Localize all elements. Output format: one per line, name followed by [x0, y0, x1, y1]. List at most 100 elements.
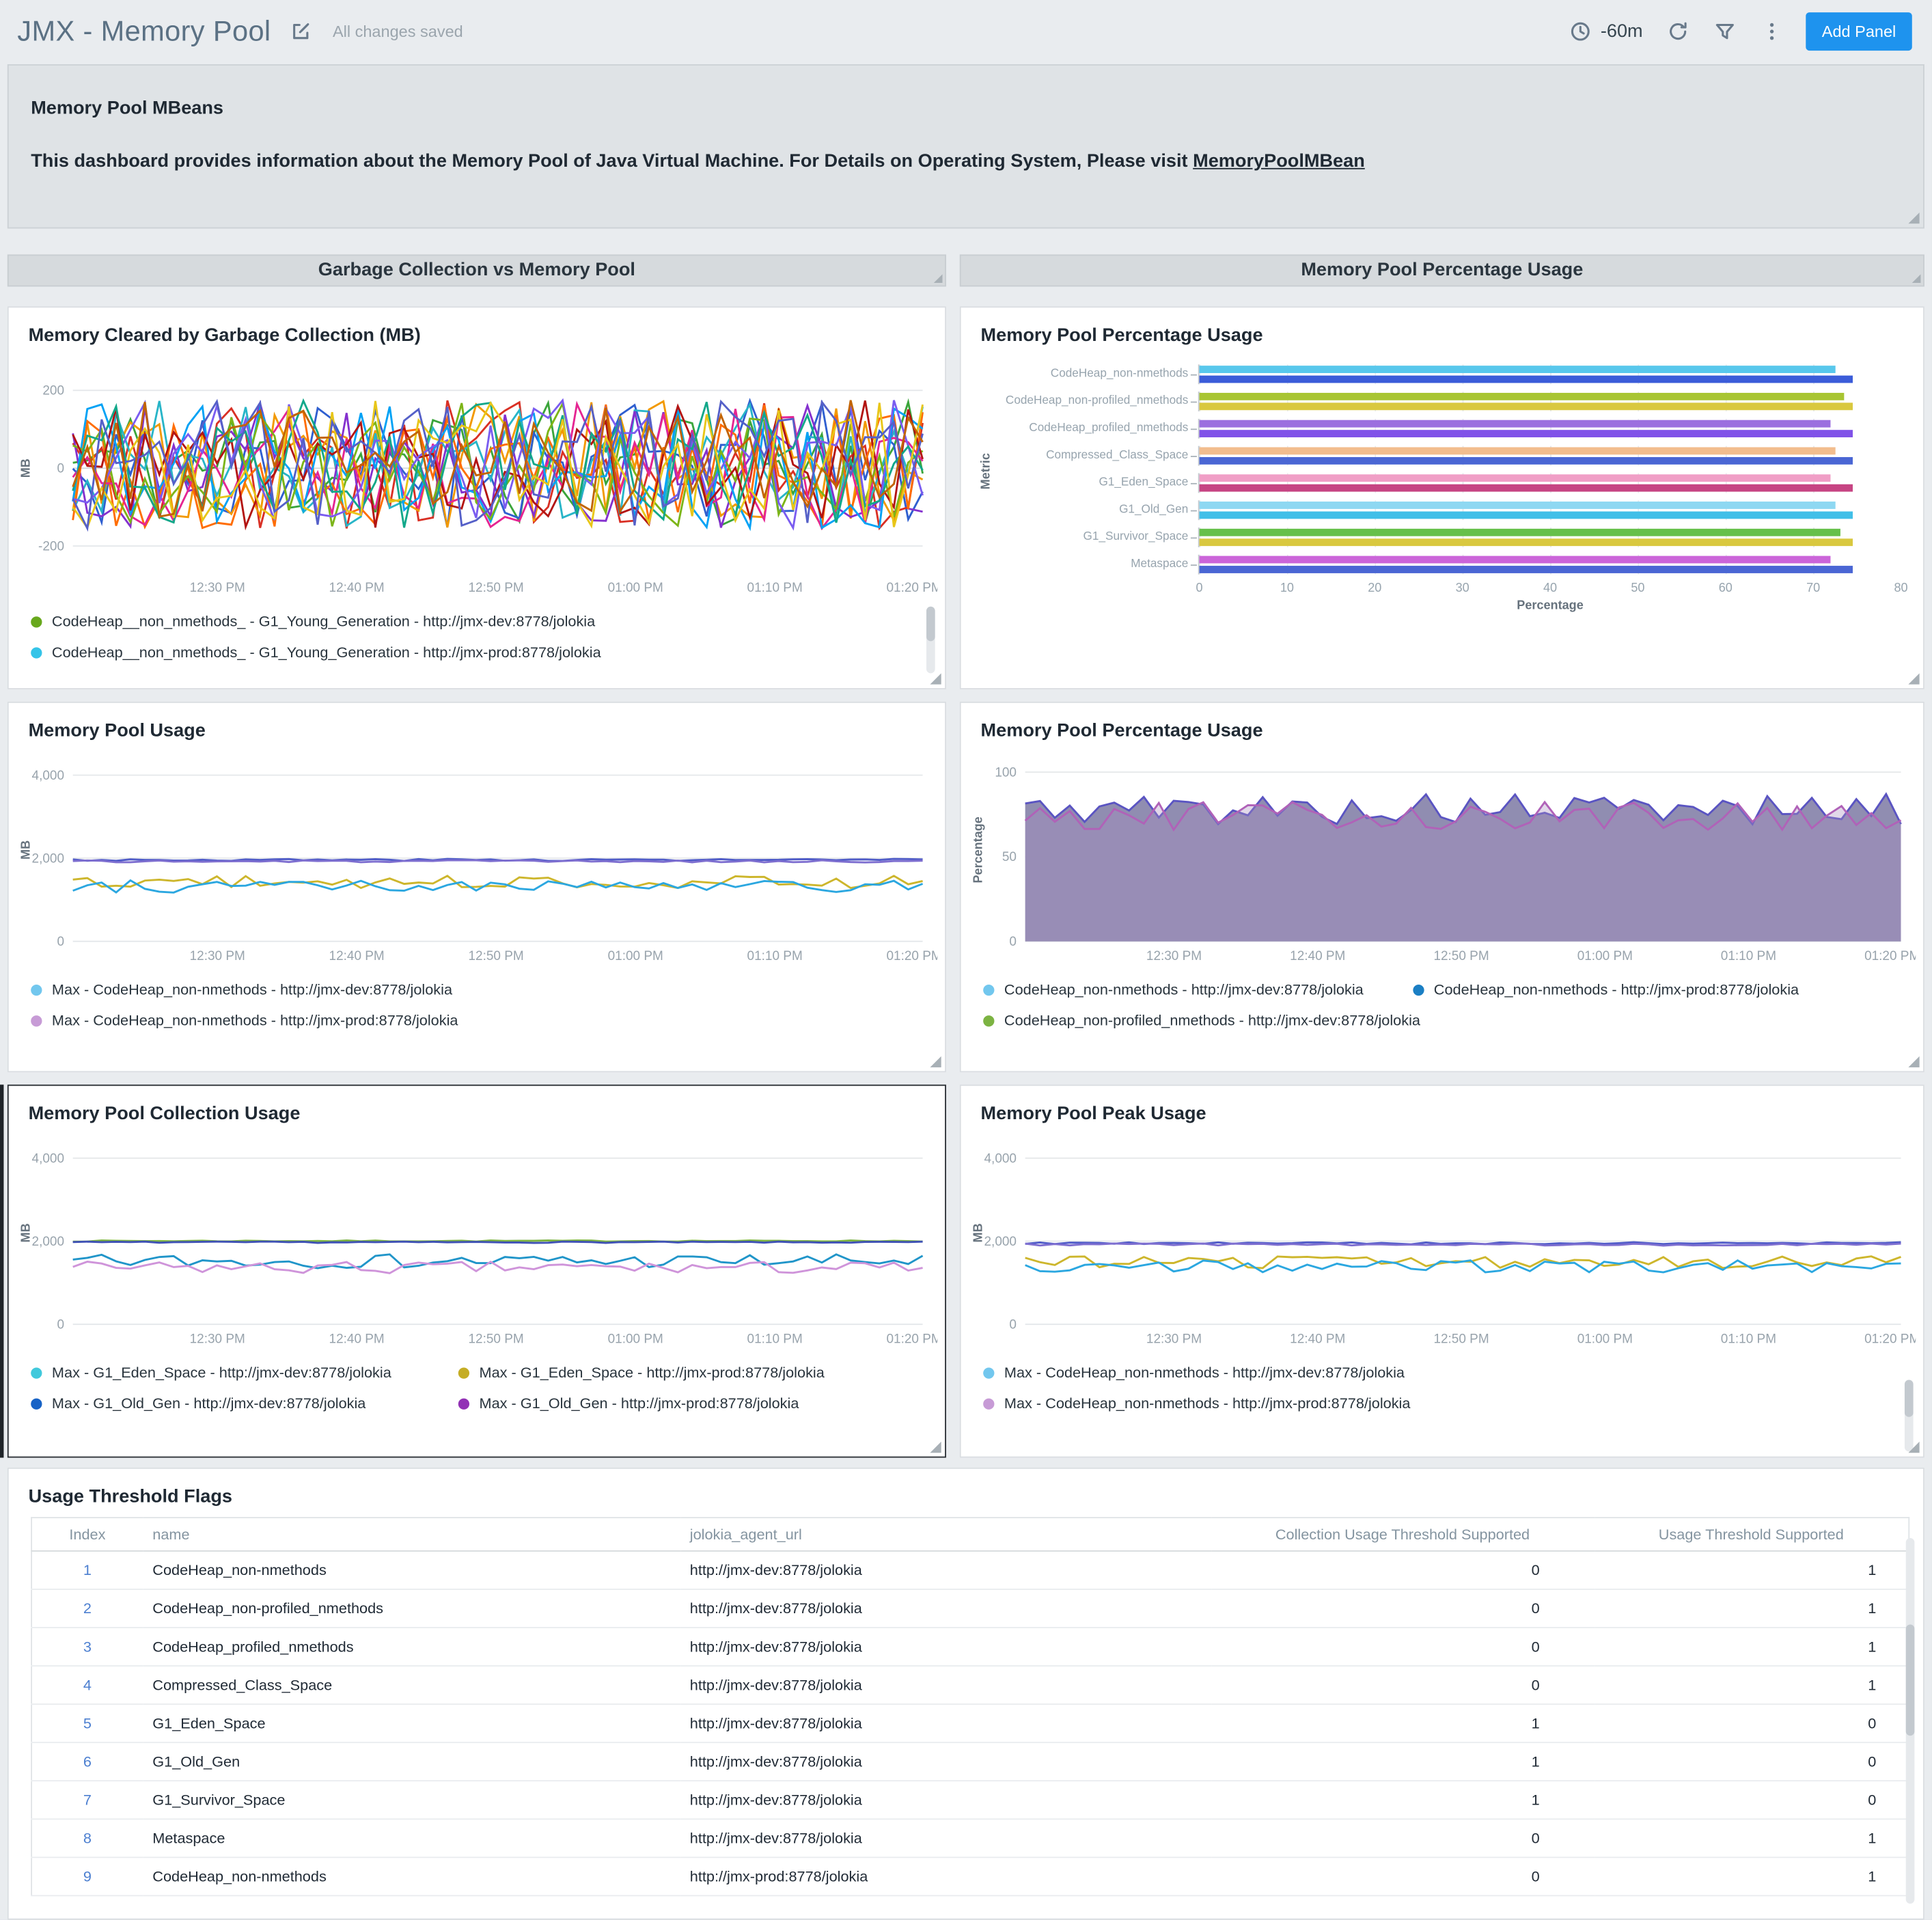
bar-track	[1198, 555, 1901, 575]
bar[interactable]	[1200, 529, 1840, 536]
bar[interactable]	[1200, 538, 1853, 546]
table-column-header[interactable]: Collection Usage Threshold Supported	[1211, 1518, 1594, 1551]
bar-row[interactable]: CodeHeap_profiled_nmethods	[991, 415, 1901, 442]
bar[interactable]	[1200, 502, 1835, 509]
table-cell: Compressed_Class_Space	[143, 1666, 680, 1704]
bar[interactable]	[1200, 366, 1835, 373]
legend-item: Max - CodeHeap_non-nmethods - http://jmx…	[983, 1364, 1901, 1381]
svg-text:4,000: 4,000	[984, 1151, 1017, 1166]
table-cell: 1	[1594, 1628, 1909, 1666]
table-cell: http://jmx-dev:8778/jolokia	[680, 1819, 1211, 1857]
section-header-memory-pool-percentage[interactable]: Memory Pool Percentage Usage	[960, 254, 1924, 286]
legend-item: CodeHeap__non_nmethods_ - G1_Young_Gener…	[31, 644, 922, 661]
bar[interactable]	[1200, 393, 1845, 400]
bar-row[interactable]: CodeHeap_non-profiled_nmethods	[991, 388, 1901, 415]
bar-row[interactable]: G1_Survivor_Space	[991, 524, 1901, 551]
bar[interactable]	[1200, 457, 1853, 465]
legend-label: CodeHeap_non-profiled_nmethods - http://…	[1004, 1012, 1420, 1029]
table-cell: 6	[31, 1742, 143, 1781]
collection-usage-line-chart[interactable]: 4,0002,000012:30 PM12:40 PM12:50 PM01:00…	[16, 1132, 938, 1352]
table-cell: G1_Eden_Space	[143, 1704, 680, 1742]
bar[interactable]	[1200, 484, 1853, 492]
svg-text:2,000: 2,000	[984, 1235, 1017, 1249]
svg-text:12:40 PM: 12:40 PM	[329, 581, 385, 595]
table-cell: 1	[31, 1551, 143, 1589]
bar[interactable]	[1200, 430, 1853, 437]
usage-line-chart[interactable]: 4,0002,000012:30 PM12:40 PM12:50 PM01:00…	[16, 749, 938, 969]
bar-row[interactable]: Metaspace	[991, 551, 1901, 578]
panel-selection-edge-marker	[0, 1084, 3, 1457]
bar[interactable]	[1200, 474, 1831, 482]
bar-row[interactable]: G1_Old_Gen	[991, 497, 1901, 524]
table-cell: 0	[1211, 1589, 1594, 1628]
svg-text:01:20 PM: 01:20 PM	[886, 1332, 937, 1346]
table-column-header[interactable]: Usage Threshold Supported	[1594, 1518, 1909, 1551]
panel-memory-cleared-by-gc: Memory Cleared by Garbage Collection (MB…	[8, 306, 946, 689]
kebab-menu-icon[interactable]	[1759, 18, 1784, 43]
bar-category-label: G1_Old_Gen	[991, 504, 1198, 517]
svg-text:01:20 PM: 01:20 PM	[886, 949, 937, 963]
bar[interactable]	[1200, 447, 1835, 454]
gc-line-chart[interactable]: 2000-20012:30 PM12:40 PM12:50 PM01:00 PM…	[16, 353, 938, 601]
table-row: 1CodeHeap_non-nmethodshttp://jmx-dev:877…	[31, 1551, 1909, 1589]
bar[interactable]	[1200, 402, 1853, 410]
svg-text:01:10 PM: 01:10 PM	[1721, 949, 1776, 963]
bar[interactable]	[1200, 556, 1831, 564]
bar[interactable]	[1200, 376, 1853, 383]
svg-text:MB: MB	[18, 1223, 32, 1242]
percentage-area-chart[interactable]: 10050012:30 PM12:40 PM12:50 PM01:00 PM01…	[968, 749, 1916, 969]
table-row: 6G1_Old_Genhttp://jmx-dev:8778/jolokia10	[31, 1742, 1909, 1781]
table-cell: 9	[31, 1857, 143, 1895]
table-column-header[interactable]: name	[143, 1518, 680, 1551]
filter-icon[interactable]	[1712, 18, 1737, 43]
svg-text:0: 0	[57, 935, 64, 949]
legend-label: Max - G1_Eden_Space - http://jmx-prod:87…	[480, 1364, 825, 1381]
time-range-picker[interactable]: -60m	[1569, 18, 1643, 43]
panel-memory-pool-usage: Memory Pool Usage 4,0002,000012:30 PM12:…	[8, 702, 946, 1072]
svg-text:01:20 PM: 01:20 PM	[1864, 949, 1916, 963]
add-panel-button[interactable]: Add Panel	[1806, 12, 1912, 50]
legend-scrollbar[interactable]	[1905, 1380, 1914, 1452]
save-status: All changes saved	[333, 22, 463, 40]
edit-icon[interactable]	[288, 18, 313, 43]
panel-title: Memory Cleared by Garbage Collection (MB…	[9, 307, 945, 353]
panel-title: Usage Threshold Flags	[9, 1469, 1923, 1515]
svg-text:12:40 PM: 12:40 PM	[329, 1332, 385, 1346]
table-column-header[interactable]: Index	[31, 1518, 143, 1551]
percentage-bar-chart[interactable]: MetricCodeHeap_non-nmethodsCodeHeap_non-…	[991, 361, 1901, 613]
bar-row[interactable]: G1_Eden_Space	[991, 469, 1901, 497]
bar[interactable]	[1200, 566, 1853, 573]
svg-text:12:30 PM: 12:30 PM	[190, 581, 245, 595]
chart-svg: 4,0002,000012:30 PM12:40 PM12:50 PM01:00…	[16, 749, 938, 969]
peak-usage-line-chart[interactable]: 4,0002,000012:30 PM12:40 PM12:50 PM01:00…	[968, 1132, 1916, 1352]
table-cell: 3	[31, 1628, 143, 1666]
table-cell: 0	[1594, 1742, 1909, 1781]
table-cell: http://jmx-dev:8778/jolokia	[680, 1589, 1211, 1628]
table-column-header[interactable]: jolokia_agent_url	[680, 1518, 1211, 1551]
legend-item: CodeHeap_non-profiled_nmethods - http://…	[983, 1012, 1420, 1029]
bar-category-label: Metaspace	[991, 558, 1198, 571]
legend-label: CodeHeap__non_nmethods_ - G1_Young_Gener…	[52, 613, 595, 630]
legend-swatch	[458, 1367, 469, 1378]
bar[interactable]	[1200, 512, 1853, 519]
section-header-garbage-collection[interactable]: Garbage Collection vs Memory Pool	[8, 254, 946, 286]
table-cell: http://jmx-dev:8778/jolokia	[680, 1742, 1211, 1781]
legend-item: Max - CodeHeap_non-nmethods - http://jmx…	[983, 1395, 1901, 1412]
bar-row[interactable]: Compressed_Class_Space	[991, 442, 1901, 469]
legend-item: Max - CodeHeap_non-nmethods - http://jmx…	[31, 981, 922, 998]
table-cell: 0	[1594, 1704, 1909, 1742]
table-row: 7G1_Survivor_Spacehttp://jmx-dev:8778/jo…	[31, 1781, 1909, 1819]
table-scrollbar[interactable]	[1906, 1538, 1915, 1904]
legend-label: CodeHeap_non-nmethods - http://jmx-dev:8…	[1004, 981, 1364, 998]
refresh-icon[interactable]	[1665, 18, 1689, 43]
bar[interactable]	[1200, 420, 1831, 428]
bar-category-label: G1_Eden_Space	[991, 476, 1198, 489]
chart-svg: 2000-20012:30 PM12:40 PM12:50 PM01:00 PM…	[16, 353, 938, 601]
table-cell: http://jmx-dev:8778/jolokia	[680, 1704, 1211, 1742]
table-cell: 8	[31, 1819, 143, 1857]
table-cell: http://jmx-dev:8778/jolokia	[680, 1666, 1211, 1704]
memorypoolmbean-link[interactable]: MemoryPoolMBean	[1193, 151, 1365, 172]
bar-row[interactable]: CodeHeap_non-nmethods	[991, 361, 1901, 388]
svg-text:01:00 PM: 01:00 PM	[1577, 949, 1633, 963]
legend-scrollbar[interactable]	[926, 607, 935, 674]
